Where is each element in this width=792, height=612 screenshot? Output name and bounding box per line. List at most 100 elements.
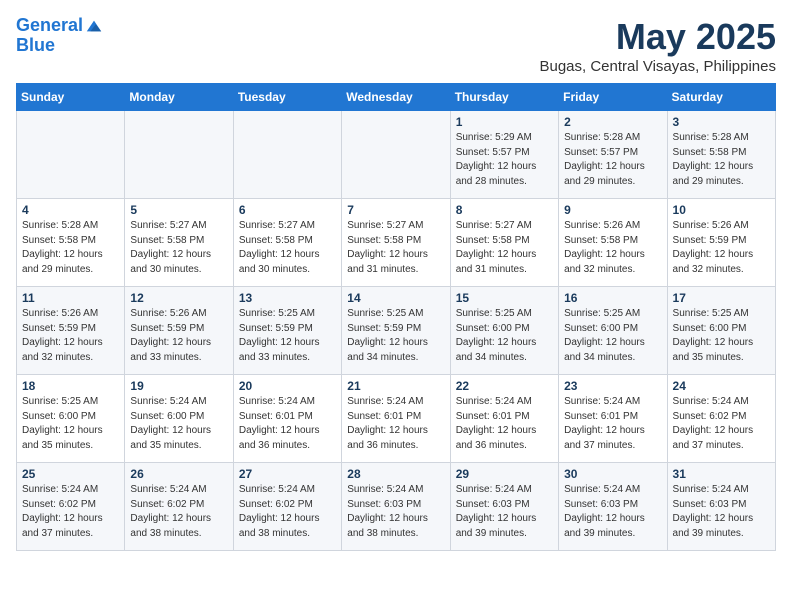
day-cell: 14Sunrise: 5:25 AMSunset: 5:59 PMDayligh… bbox=[342, 287, 450, 375]
day-detail: Sunrise: 5:27 AMSunset: 5:58 PMDaylight:… bbox=[239, 219, 336, 277]
day-cell: 18 Sunrise: 5:25 AMSunset: 6:00 PMDayligh… bbox=[17, 375, 125, 463]
calendar-header: SundayMondayTuesdayWednesdayThursdayFrid… bbox=[17, 84, 776, 111]
day-detail: Sunrise: 5:24 AMSunset: 6:00 PMDaylight:… bbox=[130, 395, 227, 453]
day-number: 28 bbox=[347, 467, 444, 481]
day-number: 24 bbox=[673, 379, 770, 393]
day-detail: Sunrise: 5:26 AMSunset: 5:58 PMDaylight:… bbox=[564, 219, 661, 277]
day-detail: Sunrise: 5:25 AMSunset: 6:00 PMDaylight:… bbox=[22, 395, 119, 453]
day-detail: Sunrise: 5:24 AMSunset: 6:02 PMDaylight:… bbox=[673, 395, 770, 453]
day-number: 22 bbox=[456, 379, 553, 393]
header-cell-saturday: Saturday bbox=[667, 84, 775, 111]
day-number: 20 bbox=[239, 379, 336, 393]
week-row-1: 1Sunrise: 5:29 AMSunset: 5:57 PMDaylight… bbox=[17, 111, 776, 199]
header-cell-friday: Friday bbox=[559, 84, 667, 111]
day-number: 13 bbox=[239, 291, 336, 305]
day-number: 27 bbox=[239, 467, 336, 481]
day-cell: 15 Sunrise: 5:25 AMSunset: 6:00 PMDayligh… bbox=[450, 287, 558, 375]
logo-text-blue: Blue bbox=[16, 36, 103, 56]
logo-icon bbox=[85, 17, 103, 35]
day-cell: 9Sunrise: 5:26 AMSunset: 5:58 PMDaylight… bbox=[559, 199, 667, 287]
day-detail: Sunrise: 5:25 AMSunset: 6:00 PMDaylight:… bbox=[673, 307, 770, 365]
day-cell: 12Sunrise: 5:26 AMSunset: 5:59 PMDayligh… bbox=[125, 287, 233, 375]
calendar-table: SundayMondayTuesdayWednesdayThursdayFrid… bbox=[16, 83, 776, 551]
day-number: 8 bbox=[456, 203, 553, 217]
day-detail: Sunrise: 5:24 AMSunset: 6:02 PMDaylight:… bbox=[239, 483, 336, 541]
day-cell: 28 Sunrise: 5:24 AMSunset: 6:03 PMDayligh… bbox=[342, 463, 450, 551]
day-detail: Sunrise: 5:26 AMSunset: 5:59 PMDaylight:… bbox=[673, 219, 770, 277]
day-number: 29 bbox=[456, 467, 553, 481]
day-cell: 4 Sunrise: 5:28 AMSunset: 5:58 PMDaylight… bbox=[17, 199, 125, 287]
day-detail: Sunrise: 5:27 AMSunset: 5:58 PMDaylight:… bbox=[130, 219, 227, 277]
day-number: 31 bbox=[673, 467, 770, 481]
day-cell: 20 Sunrise: 5:24 AMSunset: 6:01 PMDayligh… bbox=[233, 375, 341, 463]
day-number: 4 bbox=[22, 203, 119, 217]
day-cell: 26 Sunrise: 5:24 AMSunset: 6:02 PMDayligh… bbox=[125, 463, 233, 551]
day-detail: Sunrise: 5:24 AMSunset: 6:03 PMDaylight:… bbox=[456, 483, 553, 541]
day-number: 15 bbox=[456, 291, 553, 305]
day-cell: 7Sunrise: 5:27 AMSunset: 5:58 PMDaylight… bbox=[342, 199, 450, 287]
day-detail: Sunrise: 5:28 AMSunset: 5:58 PMDaylight:… bbox=[673, 131, 770, 189]
week-row-3: 11 Sunrise: 5:26 AMSunset: 5:59 PMDayligh… bbox=[17, 287, 776, 375]
calendar-body: 1Sunrise: 5:29 AMSunset: 5:57 PMDaylight… bbox=[17, 111, 776, 551]
page-header: General Blue May 2025 Bugas, Central Vis… bbox=[16, 16, 776, 75]
day-cell: 13Sunrise: 5:25 AMSunset: 5:59 PMDayligh… bbox=[233, 287, 341, 375]
header-cell-tuesday: Tuesday bbox=[233, 84, 341, 111]
day-cell: 29 Sunrise: 5:24 AMSunset: 6:03 PMDayligh… bbox=[450, 463, 558, 551]
day-detail: Sunrise: 5:24 AMSunset: 6:02 PMDaylight:… bbox=[130, 483, 227, 541]
day-number: 30 bbox=[564, 467, 661, 481]
day-number: 17 bbox=[673, 291, 770, 305]
title-block: May 2025 Bugas, Central Visayas, Philipp… bbox=[539, 16, 776, 75]
day-cell: 17 Sunrise: 5:25 AMSunset: 6:00 PMDayligh… bbox=[667, 287, 775, 375]
day-detail: Sunrise: 5:24 AMSunset: 6:01 PMDaylight:… bbox=[347, 395, 444, 453]
day-detail: Sunrise: 5:27 AMSunset: 5:58 PMDaylight:… bbox=[456, 219, 553, 277]
day-detail: Sunrise: 5:24 AMSunset: 6:03 PMDaylight:… bbox=[673, 483, 770, 541]
header-cell-sunday: Sunday bbox=[17, 84, 125, 111]
day-detail: Sunrise: 5:25 AMSunset: 6:00 PMDaylight:… bbox=[564, 307, 661, 365]
day-number: 6 bbox=[239, 203, 336, 217]
day-number: 26 bbox=[130, 467, 227, 481]
day-number: 11 bbox=[22, 291, 119, 305]
day-cell: 2Sunrise: 5:28 AMSunset: 5:57 PMDaylight… bbox=[559, 111, 667, 199]
header-cell-monday: Monday bbox=[125, 84, 233, 111]
day-detail: Sunrise: 5:24 AMSunset: 6:01 PMDaylight:… bbox=[564, 395, 661, 453]
day-number: 16 bbox=[564, 291, 661, 305]
day-cell: 3 Sunrise: 5:28 AMSunset: 5:58 PMDaylight… bbox=[667, 111, 775, 199]
header-row: SundayMondayTuesdayWednesdayThursdayFrid… bbox=[17, 84, 776, 111]
day-number: 10 bbox=[673, 203, 770, 217]
day-cell: 21 Sunrise: 5:24 AMSunset: 6:01 PMDayligh… bbox=[342, 375, 450, 463]
calendar-title: May 2025 bbox=[539, 16, 776, 58]
day-cell bbox=[17, 111, 125, 199]
day-number: 18 bbox=[22, 379, 119, 393]
day-number: 3 bbox=[673, 115, 770, 129]
day-number: 2 bbox=[564, 115, 661, 129]
header-cell-thursday: Thursday bbox=[450, 84, 558, 111]
day-cell: 6 Sunrise: 5:27 AMSunset: 5:58 PMDaylight… bbox=[233, 199, 341, 287]
day-cell: 10 Sunrise: 5:26 AMSunset: 5:59 PMDayligh… bbox=[667, 199, 775, 287]
day-cell: 22 Sunrise: 5:24 AMSunset: 6:01 PMDayligh… bbox=[450, 375, 558, 463]
day-number: 21 bbox=[347, 379, 444, 393]
day-cell: 27 Sunrise: 5:24 AMSunset: 6:02 PMDayligh… bbox=[233, 463, 341, 551]
day-cell bbox=[233, 111, 341, 199]
week-row-4: 18 Sunrise: 5:25 AMSunset: 6:00 PMDayligh… bbox=[17, 375, 776, 463]
day-cell: 11 Sunrise: 5:26 AMSunset: 5:59 PMDayligh… bbox=[17, 287, 125, 375]
week-row-2: 4 Sunrise: 5:28 AMSunset: 5:58 PMDaylight… bbox=[17, 199, 776, 287]
day-cell: 24 Sunrise: 5:24 AMSunset: 6:02 PMDayligh… bbox=[667, 375, 775, 463]
day-detail: Sunrise: 5:26 AMSunset: 5:59 PMDaylight:… bbox=[22, 307, 119, 365]
day-detail: Sunrise: 5:24 AMSunset: 6:01 PMDaylight:… bbox=[239, 395, 336, 453]
header-cell-wednesday: Wednesday bbox=[342, 84, 450, 111]
day-cell bbox=[125, 111, 233, 199]
day-cell: 23 Sunrise: 5:24 AMSunset: 6:01 PMDayligh… bbox=[559, 375, 667, 463]
day-cell: 5Sunrise: 5:27 AMSunset: 5:58 PMDaylight… bbox=[125, 199, 233, 287]
day-cell: 8 Sunrise: 5:27 AMSunset: 5:58 PMDaylight… bbox=[450, 199, 558, 287]
day-number: 23 bbox=[564, 379, 661, 393]
day-detail: Sunrise: 5:25 AMSunset: 5:59 PMDaylight:… bbox=[347, 307, 444, 365]
day-number: 7 bbox=[347, 203, 444, 217]
day-detail: Sunrise: 5:24 AMSunset: 6:03 PMDaylight:… bbox=[347, 483, 444, 541]
day-detail: Sunrise: 5:24 AMSunset: 6:01 PMDaylight:… bbox=[456, 395, 553, 453]
day-cell: 1Sunrise: 5:29 AMSunset: 5:57 PMDaylight… bbox=[450, 111, 558, 199]
calendar-subtitle: Bugas, Central Visayas, Philippines bbox=[539, 58, 776, 75]
day-detail: Sunrise: 5:28 AMSunset: 5:58 PMDaylight:… bbox=[22, 219, 119, 277]
week-row-5: 25Sunrise: 5:24 AMSunset: 6:02 PMDayligh… bbox=[17, 463, 776, 551]
day-cell: 30Sunrise: 5:24 AMSunset: 6:03 PMDayligh… bbox=[559, 463, 667, 551]
day-detail: Sunrise: 5:25 AMSunset: 6:00 PMDaylight:… bbox=[456, 307, 553, 365]
